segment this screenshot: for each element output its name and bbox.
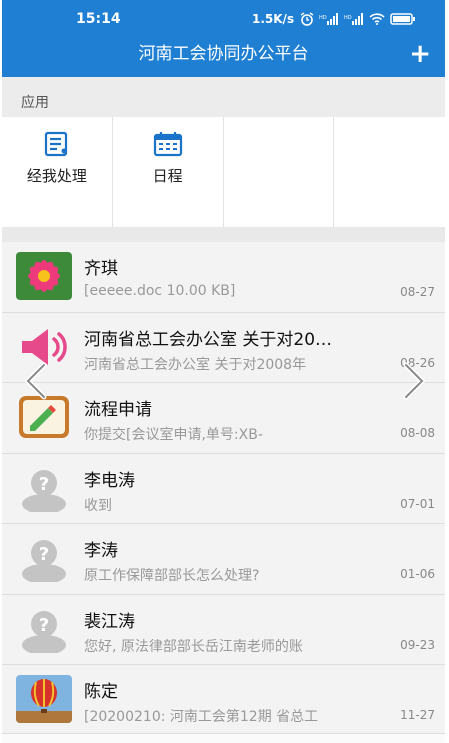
top-bar: 15:14 1.5K/s HD HD 河南工会协同办公平台 + bbox=[2, 0, 445, 77]
default-user-icon: ? bbox=[22, 540, 66, 582]
balloon-avatar bbox=[16, 675, 72, 723]
message-preview: 收到 bbox=[84, 497, 112, 514]
signal-icon-1: HD bbox=[319, 13, 338, 25]
svg-text:HD: HD bbox=[344, 15, 352, 21]
message-row[interactable]: ? 李电涛 收到 07-01 bbox=[2, 453, 445, 524]
message-preview: [20200210: 河南工会第12期 省总工 bbox=[84, 709, 319, 725]
status-time: 15:14 bbox=[76, 11, 121, 27]
balloon-photo bbox=[16, 675, 72, 723]
svg-text:?: ? bbox=[39, 544, 49, 565]
default-user-avatar: ? bbox=[16, 605, 72, 653]
message-date: 08-27 bbox=[400, 285, 435, 299]
apps-grid: 经我处理 日程 bbox=[2, 117, 445, 227]
notepad-icon bbox=[19, 396, 69, 438]
default-user-icon: ? bbox=[22, 469, 66, 512]
message-row[interactable]: 陈定 [20200210: 河南工会第12期 省总工 11-27 bbox=[2, 665, 445, 736]
message-sender: 李涛 bbox=[84, 541, 118, 561]
message-row[interactable]: ? 李涛 原工作保障部部长怎么处理? 01-06 bbox=[2, 524, 445, 595]
app-schedule[interactable]: 日程 bbox=[113, 117, 224, 227]
document-list-icon bbox=[44, 131, 67, 157]
next-arrow-icon[interactable] bbox=[400, 362, 428, 400]
app-empty-slot bbox=[224, 117, 335, 227]
message-preview: 你提交[会议室申请,单号:XB- bbox=[84, 427, 263, 443]
message-sender: 齐琪 bbox=[84, 259, 118, 279]
message-preview: 您好, 原法律部部长岳江南老师的账 bbox=[84, 638, 303, 655]
message-row[interactable]: 齐琪 [eeeee.doc 10.00 KB] 08-27 bbox=[2, 242, 445, 313]
status-icons: HD HD bbox=[300, 12, 416, 26]
app-empty-slot bbox=[334, 117, 445, 227]
apps-section-label: 应用 bbox=[21, 95, 49, 111]
previous-arrow-icon[interactable] bbox=[22, 362, 50, 400]
message-date: 08-08 bbox=[400, 426, 435, 440]
svg-text:HD: HD bbox=[319, 15, 327, 21]
message-sender: 流程申请 bbox=[84, 400, 152, 420]
message-preview: [eeeee.doc 10.00 KB] bbox=[84, 283, 236, 299]
status-bar: 15:14 1.5K/s HD HD bbox=[2, 0, 445, 38]
default-user-icon: ? bbox=[22, 610, 66, 653]
section-divider bbox=[2, 227, 445, 242]
message-sender: 李电涛 bbox=[84, 470, 135, 491]
apps-section-header: 应用 bbox=[2, 77, 445, 117]
battery-icon bbox=[390, 13, 415, 25]
app-processed-by-me-label: 经我处理 bbox=[26, 167, 87, 185]
message-date: 07-01 bbox=[400, 496, 435, 511]
add-button[interactable]: + bbox=[409, 38, 431, 70]
message-preview: 河南省总工会办公室 关于对2008年 bbox=[84, 356, 307, 373]
app-schedule-label: 日程 bbox=[152, 167, 183, 185]
bottom-tab-bar bbox=[2, 733, 445, 743]
message-sender: 河南省总工会办公室 关于对20… bbox=[84, 329, 333, 350]
alarm-icon bbox=[300, 12, 314, 26]
message-sender: 裴江涛 bbox=[84, 611, 135, 632]
network-speed: 1.5K/s bbox=[252, 12, 295, 26]
notepad-avatar bbox=[16, 393, 72, 441]
flower-avatar bbox=[16, 252, 72, 300]
message-date: 11-27 bbox=[400, 708, 435, 722]
message-row[interactable]: 流程申请 你提交[会议室申请,单号:XB- 08-08 bbox=[2, 383, 445, 454]
svg-text:?: ? bbox=[39, 474, 49, 495]
message-date: 09-23 bbox=[400, 637, 435, 652]
message-list: 齐琪 [eeeee.doc 10.00 KB] 08-27 河南省总工会办公室 … bbox=[2, 242, 445, 736]
message-sender: 陈定 bbox=[84, 682, 118, 702]
svg-text:?: ? bbox=[39, 615, 49, 636]
message-row[interactable]: ? 裴江涛 您好, 原法律部部长岳江南老师的账 09-23 bbox=[2, 594, 445, 665]
wifi-icon bbox=[369, 13, 385, 25]
app-processed-by-me[interactable]: 经我处理 bbox=[2, 117, 113, 227]
page-title: 河南工会协同办公平台 bbox=[138, 44, 309, 64]
message-preview: 原工作保障部部长怎么处理? bbox=[84, 568, 260, 584]
message-row[interactable]: 河南省总工会办公室 关于对20… 河南省总工会办公室 关于对2008年 08-2… bbox=[2, 312, 445, 383]
calendar-icon bbox=[153, 132, 182, 157]
default-user-avatar: ? bbox=[16, 534, 72, 582]
default-user-avatar: ? bbox=[16, 464, 72, 512]
app-frame: 15:14 1.5K/s HD HD 河南工会协同办公平台 + 应用 经我处理 … bbox=[2, 0, 445, 743]
message-date: 01-06 bbox=[400, 567, 435, 581]
signal-icon-2: HD bbox=[344, 13, 363, 25]
